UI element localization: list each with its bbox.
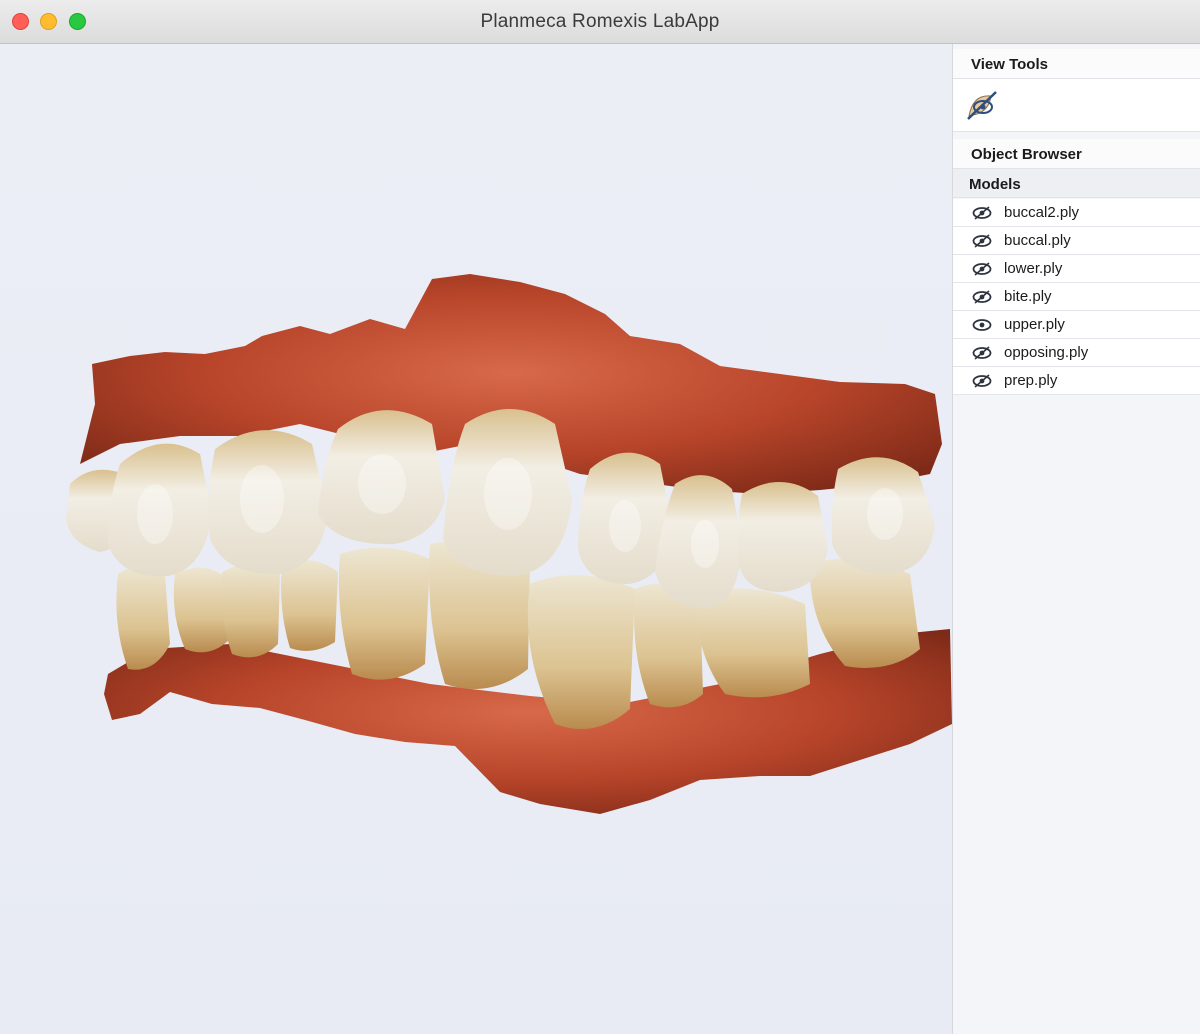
model-name: prep.ply <box>1004 372 1058 389</box>
model-name: buccal2.ply <box>1004 204 1080 221</box>
model-name: buccal.ply <box>1004 232 1071 249</box>
sidebar-panel: View Tools Object Browser Models buccal2… <box>952 44 1200 1034</box>
eye-visibility-icon[interactable] <box>972 289 992 304</box>
object-browser-header: Object Browser <box>953 139 1200 169</box>
model-item-prep[interactable]: prep.ply <box>953 367 1200 395</box>
app-window: Planmeca Romexis LabApp View Tools Objec… <box>0 0 1200 1034</box>
visibility-brush-icon[interactable] <box>965 88 999 122</box>
models-header: Models <box>953 169 1200 198</box>
eye-visibility-icon[interactable] <box>972 233 992 248</box>
model-item-lower[interactable]: lower.ply <box>953 255 1200 283</box>
model-name: lower.ply <box>1004 260 1063 277</box>
dental-scan-model[interactable] <box>0 44 952 1034</box>
model-list: buccal2.ply buccal.ply lower.ply bite.pl… <box>953 199 1200 395</box>
model-item-buccal[interactable]: buccal.ply <box>953 227 1200 255</box>
model-name: upper.ply <box>1004 316 1065 333</box>
model-item-upper[interactable]: upper.ply <box>953 311 1200 339</box>
window-title: Planmeca Romexis LabApp <box>480 11 720 32</box>
eye-visibility-icon[interactable] <box>972 373 992 388</box>
model-name: bite.ply <box>1004 288 1052 305</box>
model-name: opposing.ply <box>1004 344 1089 361</box>
eye-visibility-icon[interactable] <box>972 205 992 220</box>
eye-visibility-icon[interactable] <box>972 345 992 360</box>
eye-visibility-icon[interactable] <box>972 318 992 332</box>
view-tools-header: View Tools <box>953 49 1200 79</box>
eye-visibility-icon[interactable] <box>972 261 992 276</box>
model-item-bite[interactable]: bite.ply <box>953 283 1200 311</box>
view-tools-area <box>953 79 1200 132</box>
3d-viewport[interactable] <box>0 44 952 1034</box>
model-item-opposing[interactable]: opposing.ply <box>953 339 1200 367</box>
model-item-buccal2[interactable]: buccal2.ply <box>953 199 1200 227</box>
title-bar[interactable]: Planmeca Romexis LabApp <box>0 0 1200 44</box>
